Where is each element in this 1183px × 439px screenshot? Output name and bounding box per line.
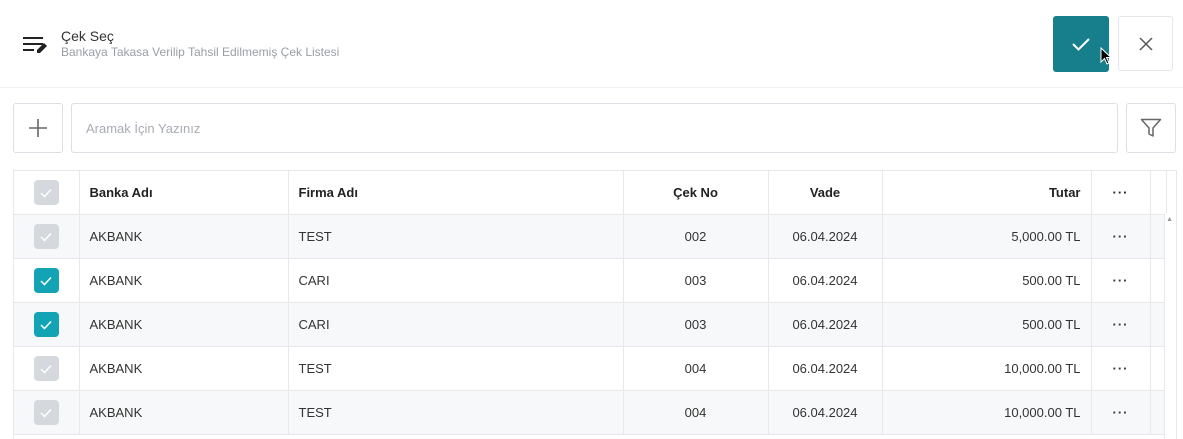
cell-check-no: 004	[623, 390, 769, 435]
column-header-company[interactable]: Firma Adı	[288, 171, 624, 215]
row-checkbox[interactable]	[33, 400, 59, 425]
row-select-cell[interactable]	[14, 258, 80, 303]
scroll-up-arrow-icon[interactable]: ▲	[1166, 216, 1173, 223]
column-header-due-date[interactable]: Vade	[768, 171, 883, 215]
select-all-cell[interactable]	[14, 171, 80, 215]
row-checkbox[interactable]	[33, 224, 59, 249]
row-options-icon[interactable]: ···	[1091, 258, 1151, 303]
filter-icon	[1140, 118, 1162, 137]
check-icon	[40, 364, 52, 374]
cell-check-no: 003	[623, 258, 769, 303]
cell-company: TEST	[288, 346, 624, 391]
row-options-icon[interactable]: ···	[1091, 302, 1151, 347]
scroll-gutter	[1150, 171, 1167, 215]
column-header-check-no[interactable]: Çek No	[623, 171, 769, 215]
check-icon	[40, 232, 52, 242]
cell-bank: AKBANK	[79, 214, 289, 259]
row-select-cell[interactable]	[14, 390, 80, 435]
cell-bank: AKBANK	[79, 346, 289, 391]
close-icon	[1138, 36, 1153, 51]
column-header-amount[interactable]: Tutar	[882, 171, 1092, 215]
row-select-cell[interactable]	[14, 302, 80, 347]
cell-due-date: 06.04.2024	[768, 346, 883, 391]
cell-amount: 5,000.00 TL	[882, 214, 1092, 259]
mouse-cursor-icon	[1100, 47, 1112, 65]
check-icon	[40, 188, 52, 198]
column-header-bank[interactable]: Banka Adı	[79, 171, 289, 215]
vertical-scrollbar[interactable]	[1164, 214, 1176, 439]
cell-check-no: 003	[623, 302, 769, 347]
check-icon	[40, 276, 52, 286]
plus-icon	[29, 119, 47, 137]
cell-check-no: 004	[623, 346, 769, 391]
row-options-icon[interactable]: ···	[1091, 214, 1151, 259]
table-row[interactable]: AKBANK CARI 003 06.04.2024 500.00 TL ···	[14, 302, 1167, 347]
cell-company: CARI	[288, 258, 624, 303]
cell-due-date: 06.04.2024	[768, 214, 883, 259]
close-button[interactable]	[1118, 16, 1173, 71]
check-list-table: Banka Adı Firma Adı Çek No Vade Tutar ··…	[13, 170, 1177, 439]
cell-due-date: 06.04.2024	[768, 390, 883, 435]
row-options-icon[interactable]: ···	[1091, 346, 1151, 391]
row-select-cell[interactable]	[14, 214, 80, 259]
row-checkbox[interactable]	[33, 356, 59, 381]
cell-bank: AKBANK	[79, 258, 289, 303]
row-options-icon[interactable]: ···	[1091, 390, 1151, 435]
header-divider	[0, 87, 1183, 88]
row-checkbox[interactable]	[33, 312, 59, 337]
edit-list-icon	[23, 37, 47, 53]
dialog-title: Çek Seç	[61, 28, 114, 44]
cell-amount: 500.00 TL	[882, 258, 1092, 303]
dialog-header: Çek Seç Bankaya Takasa Verilip Tahsil Ed…	[0, 0, 1183, 88]
column-options-icon[interactable]: ···	[1091, 171, 1151, 215]
table-row[interactable]: AKBANK TEST 004 06.04.2024 10,000.00 TL …	[14, 390, 1167, 435]
cell-company: TEST	[288, 214, 624, 259]
cell-amount: 500.00 TL	[882, 302, 1092, 347]
cell-due-date: 06.04.2024	[768, 302, 883, 347]
cell-bank: AKBANK	[79, 302, 289, 347]
cell-company: CARI	[288, 302, 624, 347]
select-all-checkbox[interactable]	[33, 180, 59, 205]
check-icon	[1072, 38, 1090, 51]
search-input[interactable]	[71, 103, 1118, 153]
table-row[interactable]: AKBANK CARI 003 06.04.2024 500.00 TL ···	[14, 258, 1167, 303]
table-row[interactable]: AKBANK TEST 004 06.04.2024 10,000.00 TL …	[14, 346, 1167, 391]
cell-due-date: 06.04.2024	[768, 258, 883, 303]
table-header-row: Banka Adı Firma Adı Çek No Vade Tutar ··…	[14, 171, 1167, 215]
table-row[interactable]: AKBANK TEST 002 06.04.2024 5,000.00 TL ·…	[14, 214, 1167, 259]
dialog-subtitle: Bankaya Takasa Verilip Tahsil Edilmemiş …	[61, 45, 340, 59]
filter-button[interactable]	[1126, 103, 1176, 153]
cell-amount: 10,000.00 TL	[882, 346, 1092, 391]
add-button[interactable]	[13, 103, 63, 153]
row-select-cell[interactable]	[14, 346, 80, 391]
cell-company: TEST	[288, 390, 624, 435]
row-checkbox[interactable]	[33, 268, 59, 293]
check-icon	[40, 408, 52, 418]
cell-amount: 10,000.00 TL	[882, 390, 1092, 435]
cell-check-no: 002	[623, 214, 769, 259]
cell-bank: AKBANK	[79, 390, 289, 435]
check-icon	[40, 320, 52, 330]
